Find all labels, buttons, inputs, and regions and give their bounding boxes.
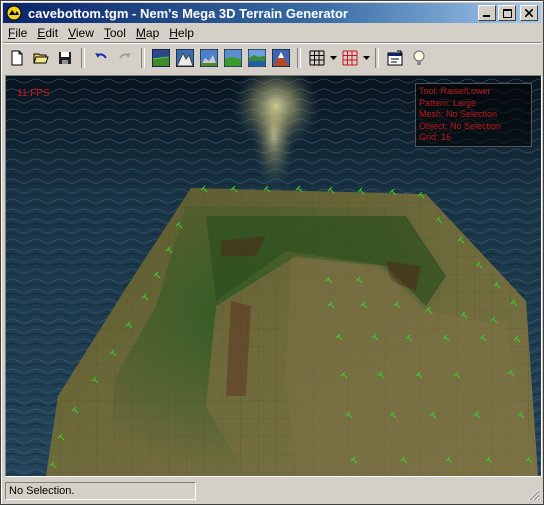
- save-icon: [58, 52, 71, 64]
- terrain-hills-button[interactable]: [197, 47, 220, 69]
- terrain-hills-icon: [199, 49, 218, 67]
- app-logo-icon: [6, 5, 22, 21]
- menu-map[interactable]: Map: [131, 26, 164, 40]
- open-folder-icon: [32, 53, 49, 64]
- minimize-button[interactable]: [478, 5, 496, 21]
- undo-icon: [94, 53, 107, 59]
- menu-map-mnemonic: M: [135, 26, 146, 40]
- red-grid-dropdown[interactable]: [362, 47, 371, 69]
- minimize-icon: [483, 15, 490, 17]
- window-controls: [478, 5, 538, 21]
- menu-view[interactable]: View: [63, 26, 99, 40]
- terrain-mountain-button[interactable]: [173, 47, 196, 69]
- menu-file-label: ile: [15, 26, 28, 40]
- maximize-icon: [502, 8, 512, 18]
- menu-file[interactable]: File: [3, 26, 32, 40]
- grid-dropdown[interactable]: [329, 47, 338, 69]
- properties-button[interactable]: [383, 47, 406, 69]
- menu-tool-label: ool: [109, 26, 126, 40]
- terrain-peak-button[interactable]: [269, 47, 292, 69]
- close-button[interactable]: [520, 5, 538, 21]
- info-pattern-line: Pattern: Large: [419, 97, 477, 108]
- toolbar-separator: [81, 48, 85, 68]
- chevron-down-icon: [330, 56, 337, 60]
- grid-button[interactable]: [305, 47, 328, 69]
- menu-bar: File Edit View Tool Map Help: [3, 24, 199, 42]
- new-file-button[interactable]: [5, 47, 28, 69]
- red-grid-button[interactable]: [338, 47, 361, 69]
- menu-view-mnemonic: V: [68, 26, 76, 40]
- terrain-valley-icon: [223, 49, 242, 67]
- fps-counter: 11 FPS: [17, 88, 50, 99]
- terrain-water-icon: [247, 49, 266, 67]
- menu-edit-label: dit: [45, 26, 59, 40]
- properties-icon: [387, 50, 402, 66]
- terrain-flat-button[interactable]: [149, 47, 172, 69]
- app-window: cavebottom.tgm - Nem's Mega 3D Terrain G…: [0, 0, 544, 505]
- redo-button[interactable]: [113, 47, 136, 69]
- toolbar-separator: [297, 48, 301, 68]
- window-title: cavebottom.tgm - Nem's Mega 3D Terrain G…: [28, 5, 348, 21]
- close-icon: [525, 9, 533, 17]
- menu-divider: [3, 42, 541, 43]
- menu-help[interactable]: Help: [164, 26, 199, 40]
- menu-tool[interactable]: Tool: [99, 26, 131, 40]
- status-bar-pane: No Selection.: [5, 482, 196, 500]
- save-button[interactable]: [53, 47, 76, 69]
- red-grid-icon: [342, 50, 357, 66]
- info-tool-line: Tool: Raise/Lower: [419, 86, 491, 96]
- undo-button[interactable]: [89, 47, 112, 69]
- chevron-down-icon: [363, 56, 370, 60]
- lightbulb-button[interactable]: [407, 47, 430, 69]
- toolbar-separator: [141, 48, 145, 68]
- maximize-button[interactable]: [498, 5, 516, 21]
- info-mesh-line: Mesh: No Selection: [419, 109, 498, 119]
- menu-map-label: ap: [145, 26, 160, 40]
- 3d-viewport[interactable]: 11 FPS Tool: Raise/Lower Pattern: Large …: [5, 75, 542, 477]
- menu-help-label: elp: [177, 26, 194, 40]
- lightbulb-icon: [413, 50, 424, 65]
- resize-grip-icon[interactable]: [528, 489, 540, 501]
- menu-help-mnemonic: H: [169, 26, 178, 40]
- menu-edit[interactable]: Edit: [32, 26, 63, 40]
- terrain-peak-icon: [271, 49, 290, 67]
- terrain-water-button[interactable]: [245, 47, 268, 69]
- new-file-icon: [11, 50, 22, 66]
- terrain-flat-icon: [151, 49, 170, 67]
- terrain-valley-button[interactable]: [221, 47, 244, 69]
- info-object-line: Object: No Selection: [419, 120, 502, 131]
- grid-icon: [309, 50, 324, 66]
- title-bar[interactable]: cavebottom.tgm - Nem's Mega 3D Terrain G…: [3, 3, 541, 23]
- redo-icon: [118, 53, 131, 59]
- tool-info-overlay: Tool: Raise/Lower Pattern: Large Mesh: N…: [415, 83, 532, 147]
- open-button[interactable]: [29, 47, 52, 69]
- toolbar-separator: [375, 48, 379, 68]
- terrain-mountain-icon: [175, 49, 194, 67]
- menu-view-label: iew: [75, 26, 94, 40]
- toolbar: [5, 45, 431, 71]
- info-grid-line: Grid: 16: [419, 132, 452, 142]
